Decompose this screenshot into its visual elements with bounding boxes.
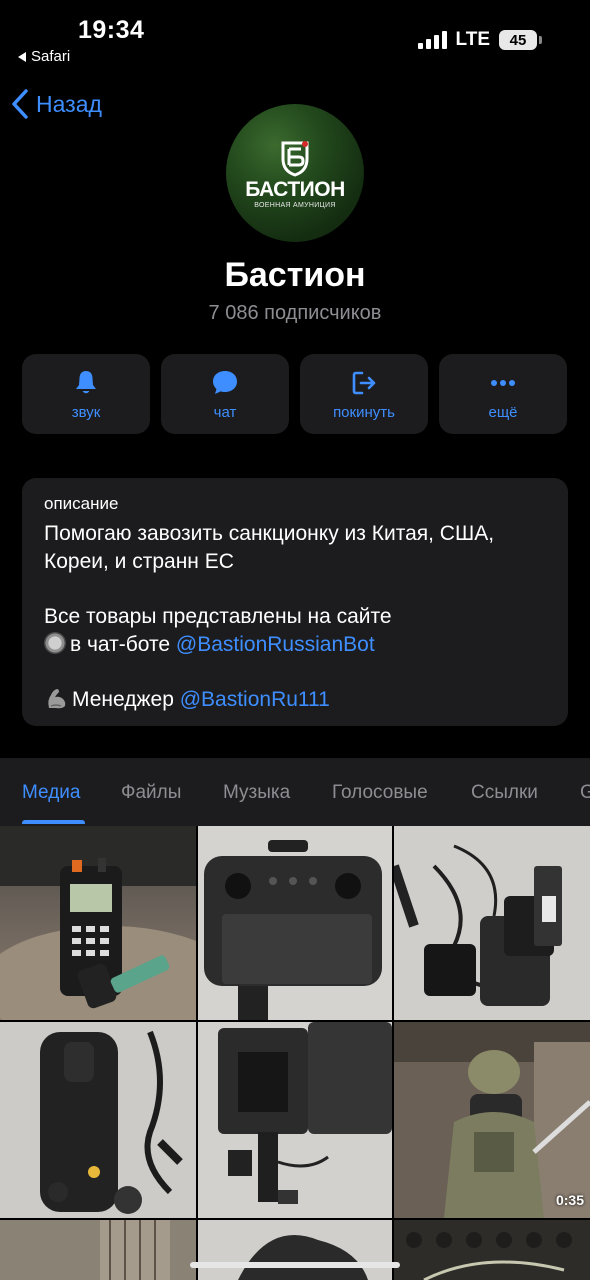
sound-label: звук: [71, 403, 101, 421]
media-thumbnail[interactable]: [394, 1220, 590, 1280]
sound-button[interactable]: звук: [22, 354, 150, 434]
battery-level: 45: [499, 30, 537, 50]
back-button[interactable]: Назад: [10, 88, 102, 120]
subscriber-count: 7 086 подписчиков: [208, 302, 382, 324]
back-triangle-icon: [18, 51, 26, 62]
chat-bubble-icon: [213, 370, 237, 394]
description-line-1: Помогаю завозить санкционку из Китая, СШ…: [44, 522, 495, 573]
soldier-video-photo: [394, 1022, 590, 1218]
leave-button[interactable]: покинуть: [300, 354, 428, 434]
tab-music[interactable]: Музыка: [223, 782, 290, 804]
media-thumbnail[interactable]: [198, 1022, 392, 1218]
bot-link[interactable]: @BastionRussianBot: [176, 633, 375, 656]
media-thumbnail[interactable]: [0, 826, 196, 1020]
radio-button-emoji-icon: [44, 632, 66, 654]
tab-files[interactable]: Файлы: [121, 782, 181, 804]
media-thumbnail[interactable]: [0, 1022, 196, 1218]
room-photo: [0, 1220, 196, 1280]
media-thumbnail[interactable]: [198, 826, 392, 1020]
description-line-2: Все товары представлены на сайте: [44, 605, 392, 628]
battery-icon: 45: [499, 30, 542, 50]
network-type: LTE: [455, 29, 490, 50]
home-indicator[interactable]: [190, 1262, 400, 1268]
back-app-label: Safari: [31, 48, 71, 65]
more-button[interactable]: ещё: [439, 354, 567, 434]
active-tab-indicator: [22, 820, 85, 824]
media-video-thumbnail[interactable]: 0:35: [394, 1022, 590, 1218]
signal-icon: [417, 31, 447, 49]
avatar-subtitle: ВОЕННАЯ АМУНИЦИЯ: [254, 202, 336, 209]
channel-name: Бастион: [224, 256, 366, 294]
action-buttons: звук чат покинуть ещё: [22, 354, 567, 434]
tab-links[interactable]: Ссылки: [471, 782, 538, 804]
description-line-4: Менеджер @BastionRu111: [44, 686, 546, 714]
manager-link[interactable]: @BastionRu111: [180, 688, 330, 711]
more-label: ещё: [488, 403, 518, 421]
more-dots-icon: [491, 379, 515, 386]
drone-controller-photo: [198, 826, 392, 1020]
leave-label: покинуть: [333, 403, 395, 421]
back-label: Назад: [36, 90, 102, 117]
chat-label: чат: [213, 403, 237, 421]
tab-gif[interactable]: GIF: [580, 782, 590, 804]
avatar-title: БАСТИОН: [245, 178, 345, 201]
media-thumbnail[interactable]: [394, 826, 590, 1020]
equipment-photo: [198, 1220, 392, 1280]
flexed-arm-emoji-icon: [48, 689, 66, 709]
channel-avatar[interactable]: БАСТИОН ВОЕННАЯ АМУНИЦИЯ: [226, 104, 364, 242]
chevron-left-icon: [12, 89, 28, 119]
description-text: Помогаю завозить санкционку из Китая, СШ…: [44, 520, 546, 714]
media-thumbnail[interactable]: [0, 1220, 196, 1280]
video-duration: 0:35: [555, 1192, 584, 1208]
tab-voice[interactable]: Голосовые: [332, 782, 428, 804]
batteries-photo: [394, 826, 590, 1020]
drone-body-photo: [0, 1022, 196, 1218]
description-label: описание: [44, 494, 119, 513]
foam-case-photo: [394, 1220, 590, 1280]
bell-icon: [76, 370, 96, 393]
case-kit-photo: [198, 1022, 392, 1218]
bastion-logo-icon: [281, 141, 309, 177]
status-time: 19:34: [78, 16, 145, 44]
back-to-app-link[interactable]: Safari: [18, 48, 70, 65]
chat-button[interactable]: чат: [161, 354, 289, 434]
radio-photo: [0, 826, 196, 1020]
media-thumbnail[interactable]: [198, 1220, 392, 1280]
tab-media[interactable]: Медиа: [22, 782, 80, 804]
description-card: описание Помогаю завозить санкционку из …: [22, 478, 568, 726]
description-line-3: в чат-боте @BastionRussianBot: [44, 631, 546, 659]
leave-icon: [352, 371, 376, 394]
media-tabs: Медиа Файлы Музыка Голосовые Ссылки GIF: [0, 758, 590, 826]
status-indicators: LTE 45: [417, 29, 542, 51]
